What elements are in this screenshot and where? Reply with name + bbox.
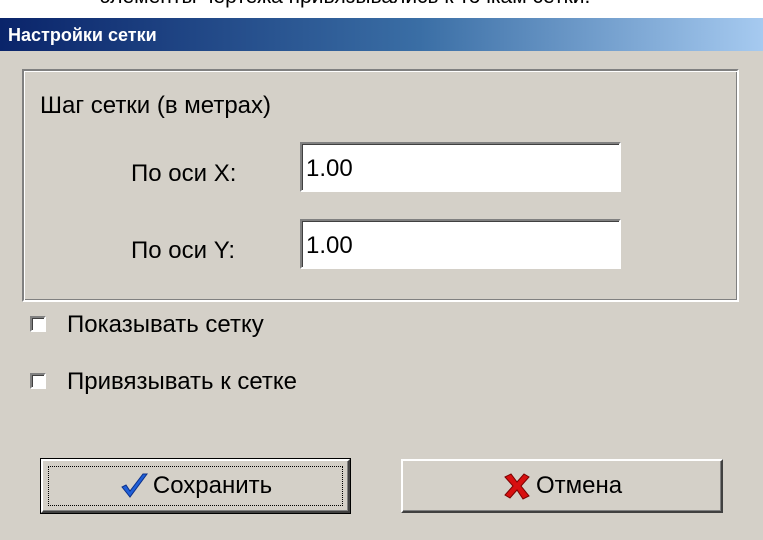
- cross-icon: [504, 473, 530, 500]
- background-text: элементы чертежа привязывались к точкам …: [100, 0, 760, 8]
- cancel-button-label: Отмена: [535, 472, 623, 499]
- show-grid-label[interactable]: Показывать сетку: [67, 310, 264, 340]
- focus-ring: [48, 466, 343, 506]
- snap-to-grid-label[interactable]: Привязывать к сетке: [67, 367, 297, 397]
- title-bar[interactable]: Настройки сетки: [0, 18, 763, 51]
- y-axis-step-input[interactable]: [300, 219, 621, 269]
- x-axis-step-input[interactable]: [300, 142, 621, 192]
- save-button[interactable]: Сохранить: [40, 458, 351, 514]
- grid-step-group-label: Шаг сетки (в метрах): [40, 92, 272, 119]
- window-title: Настройки сетки: [8, 25, 157, 45]
- grid-settings-dialog: Настройки сетки Шаг сетки (в метрах) По …: [0, 18, 763, 540]
- snap-to-grid-checkbox[interactable]: [30, 373, 46, 389]
- y-axis-label: По оси Y:: [131, 237, 236, 264]
- x-axis-label: По оси X:: [131, 160, 237, 187]
- show-grid-checkbox[interactable]: [30, 316, 46, 332]
- cancel-button[interactable]: Отмена: [401, 459, 723, 513]
